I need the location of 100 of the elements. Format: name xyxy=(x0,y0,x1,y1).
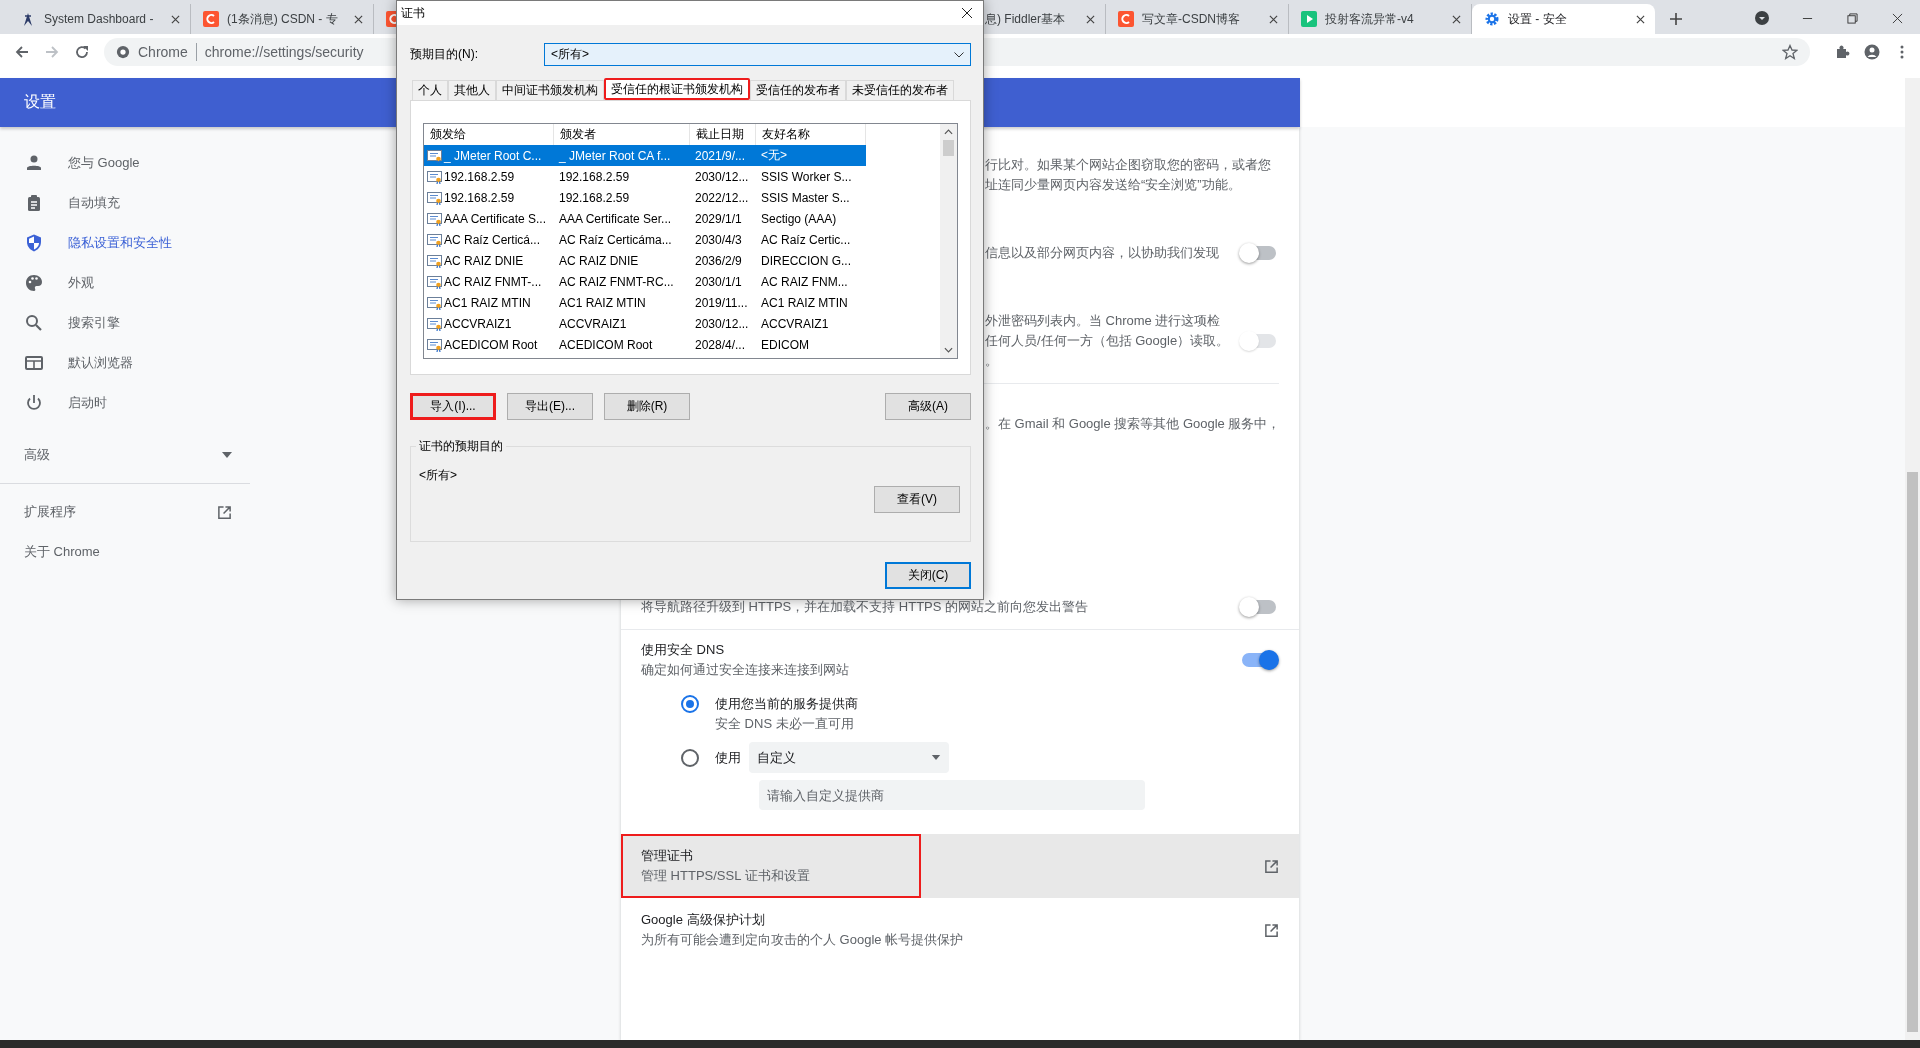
settings-icon xyxy=(1484,11,1500,27)
toggle-switch[interactable] xyxy=(1242,246,1276,260)
certificate-row[interactable]: AC1 RAIZ MTIN AC1 RAIZ MTIN 2019/11... AC1 RAIZ MTIN xyxy=(424,292,866,313)
dialog-button[interactable]: 导出(E)... xyxy=(507,393,593,420)
sidebar-link[interactable]: 扩展程序 xyxy=(0,492,232,532)
person-icon xyxy=(24,153,44,173)
setting-description: 确定如何通过安全连接来连接到网站 xyxy=(641,661,849,679)
certificate-row[interactable]: ACEDICOM Root ACEDICOM Root 2028/4/... EDICOM xyxy=(424,334,866,355)
table-cell-text: ACCVRAIZ1 xyxy=(558,316,628,331)
sidebar-item[interactable]: 隐私设置和安全性 xyxy=(0,223,250,263)
chrome-logo-icon xyxy=(116,45,130,59)
dialog-button[interactable]: 删除(R) xyxy=(604,393,690,420)
table-cell-text: AC1 RAIZ MTIN xyxy=(760,295,849,310)
settings-link-row[interactable]: 管理证书 管理 HTTPS/SSL 证书和设置 xyxy=(621,834,1299,898)
certificate-icon xyxy=(427,274,443,289)
puzzle-icon[interactable] xyxy=(1834,44,1850,60)
dialog-tab[interactable]: 受信任的发布者 xyxy=(750,80,846,100)
certificate-row[interactable]: 192.168.2.59 192.168.2.59 2022/12... SSIS Master S... xyxy=(424,187,866,208)
certificate-row[interactable]: 192.168.2.59 192.168.2.59 2030/12... SSIS Worker S... xyxy=(424,166,866,187)
option-label: 使用您当前的服务提供商 xyxy=(715,695,858,713)
dialog-button[interactable]: 高级(A) xyxy=(885,393,971,420)
dialog-button[interactable]: 导入(I)... xyxy=(410,393,496,420)
tab-title: 写文章-CSDN博客 xyxy=(1142,10,1241,28)
certificate-row[interactable]: ACCVRAIZ1 ACCVRAIZ1 2030/12... ACCVRAIZ1 xyxy=(424,313,866,334)
sidebar-item[interactable]: 外观 xyxy=(0,263,250,303)
tab-title: System Dashboard - xyxy=(44,12,155,26)
sidebar-item[interactable]: 您与 Google xyxy=(0,143,250,183)
star-icon[interactable] xyxy=(1782,44,1798,60)
close-icon[interactable] xyxy=(1452,14,1461,24)
external-link-icon xyxy=(1264,922,1279,938)
dialog-tab[interactable]: 未受信任的发布者 xyxy=(846,80,954,100)
browser-tab[interactable]: System Dashboard - xyxy=(8,4,191,34)
purpose-value: <所有> xyxy=(419,467,458,484)
back-icon[interactable] xyxy=(14,44,30,60)
purpose-dropdown[interactable]: <所有> xyxy=(544,43,971,66)
scrollbar[interactable] xyxy=(940,124,957,358)
sidebar-link[interactable]: 关于 Chrome xyxy=(0,532,232,572)
scroll-down-icon[interactable] xyxy=(944,347,953,353)
scrollbar[interactable] xyxy=(1905,78,1920,1040)
dialog-tab[interactable]: 受信任的根证书颁发机构 xyxy=(604,78,750,100)
reload-icon[interactable] xyxy=(74,44,90,60)
toggle-switch[interactable] xyxy=(1242,600,1276,614)
radio-button[interactable] xyxy=(681,695,699,713)
table-cell: ACCVRAIZ1 xyxy=(443,316,512,331)
radio-button[interactable] xyxy=(681,749,699,767)
avatar-icon[interactable] xyxy=(1864,44,1880,60)
settings-link-row[interactable]: Google 高级保护计划 为所有可能会遭到定向攻击的个人 Google 帐号提供保护 xyxy=(621,898,1299,962)
close-icon[interactable] xyxy=(961,7,973,19)
caret-icon xyxy=(222,452,232,458)
close-icon[interactable] xyxy=(1892,13,1903,24)
caret-icon xyxy=(931,755,941,760)
certificate-row[interactable]: AC RAIZ DNIE AC RAIZ DNIE 2036/2/9 DIRECCION G... xyxy=(424,250,866,271)
browser-tab[interactable]: 设置 - 安全 xyxy=(1472,4,1655,34)
table-cell-text: ACEDICOM Root xyxy=(558,337,654,352)
table-cell-text: 2030/4/3 xyxy=(694,232,743,247)
scroll-up-icon[interactable] xyxy=(944,129,953,135)
dialog-tab[interactable]: 个人 xyxy=(412,80,448,100)
close-icon[interactable] xyxy=(354,14,363,24)
certificate-row[interactable]: _ JMeter Root C... _ JMeter Root CA f... 2021/9/... <无> xyxy=(424,145,866,166)
table-cell-text: 2028/4/... xyxy=(694,337,747,352)
toggle-switch[interactable] xyxy=(1242,653,1276,667)
dialog-tab[interactable]: 其他人 xyxy=(448,80,496,100)
close-icon[interactable] xyxy=(1636,14,1645,24)
restore-icon[interactable] xyxy=(1847,13,1858,24)
dialog-tab[interactable]: 中间证书颁发机构 xyxy=(496,80,604,100)
advanced-section-toggle[interactable]: 高级 xyxy=(0,431,232,479)
external-link-icon xyxy=(217,504,232,520)
sidebar-item[interactable]: 默认浏览器 xyxy=(0,343,250,383)
description-text: 行比对。如果某个网站企图窃取您的密码，或者您 xyxy=(985,156,1271,174)
search-icon xyxy=(24,313,44,333)
custom-provider-field[interactable]: 请输入自定义提供商 xyxy=(759,780,1145,810)
sidebar-item[interactable]: 启动时 xyxy=(0,383,250,423)
browser-tab[interactable]: 投射客流异常-v4 xyxy=(1289,4,1472,34)
certificate-icon xyxy=(427,316,443,331)
table-cell-text: _ JMeter Root CA f... xyxy=(558,148,672,163)
view-button[interactable]: 查看(V) xyxy=(874,486,960,513)
play-icon xyxy=(1301,11,1317,27)
tab-title: (1条消息) CSDN - 专 xyxy=(227,10,339,28)
close-icon[interactable] xyxy=(171,14,180,24)
plus-icon[interactable] xyxy=(1669,12,1683,26)
certificate-row[interactable]: AC Raíz Certicá... AC Raíz Certicáma... 2030/4/3 AC Raíz Certic... xyxy=(424,229,866,250)
description-text: 外泄密码列表内。当 Chrome 进行这项检 xyxy=(985,312,1222,330)
table-cell: 192.168.2.59 xyxy=(443,169,515,184)
close-icon[interactable] xyxy=(1269,14,1278,24)
certificate-row[interactable]: AC RAIZ FNMT-... AC RAIZ FNMT-RC... 2030/1/1 AC RAIZ FNM... xyxy=(424,271,866,292)
option-label: 使用 xyxy=(715,748,741,767)
provider-dropdown[interactable]: 自定义 xyxy=(749,742,949,773)
close-icon[interactable] xyxy=(1086,14,1095,24)
close-button[interactable]: 关闭(C) xyxy=(885,562,971,589)
table-cell-text: EDICOM xyxy=(760,337,810,352)
browser-tab[interactable]: (1条消息) CSDN - 专 xyxy=(191,4,374,34)
sidebar-item[interactable]: 搜索引擎 xyxy=(0,303,250,343)
setting-description: 为所有可能会遭到定向攻击的个人 Google 帐号提供保护 xyxy=(641,931,964,949)
certificate-row[interactable]: AAA Certificate S... AAA Certificate Ser... 2029/1/1 Sectigo (AAA) xyxy=(424,208,866,229)
browser-tab[interactable]: 写文章-CSDN博客 xyxy=(1106,4,1289,34)
scroll-thumb[interactable] xyxy=(943,140,954,156)
dropdown-icon[interactable] xyxy=(1754,10,1770,26)
group-title: 证书的预期目的 xyxy=(416,438,506,455)
table-cell-text: 2021/9/... xyxy=(694,148,747,163)
sidebar-item[interactable]: 自动填充 xyxy=(0,183,250,223)
